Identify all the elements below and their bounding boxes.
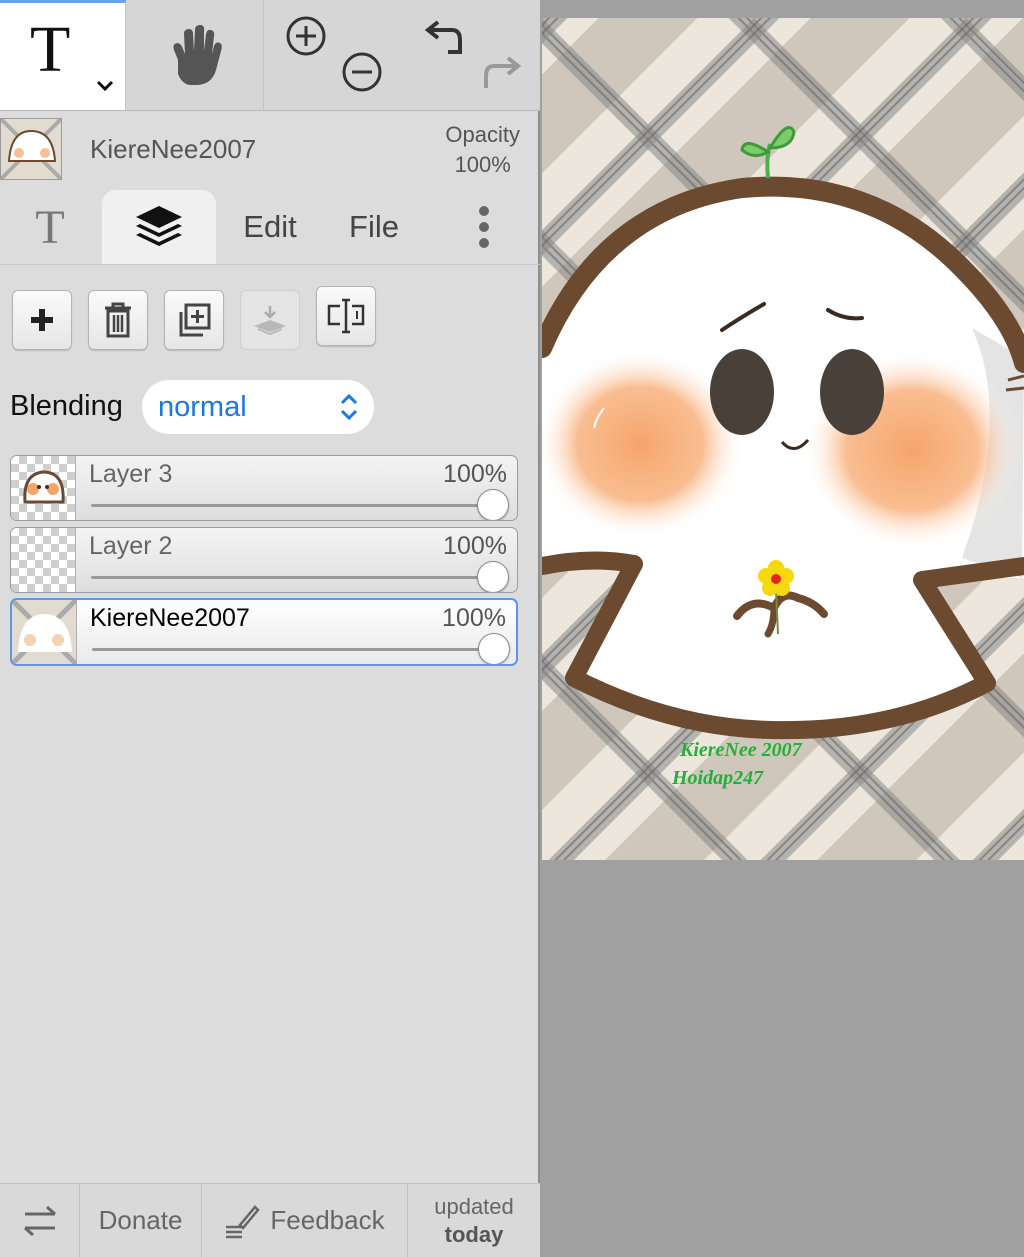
feedback-pen-icon [226, 1204, 261, 1238]
pan-tool-button[interactable] [126, 0, 264, 110]
plus-icon [31, 309, 53, 331]
layer-opacity-value: 100% [443, 460, 507, 488]
tab-edit[interactable]: Edit [228, 190, 312, 264]
document-thumbnail[interactable] [0, 118, 62, 180]
panel-tabs: T Edit File [0, 190, 540, 265]
canvas-area[interactable]: KiereNee 2007 Hoidap247 [540, 0, 1024, 1256]
layer-opacity-slider[interactable] [91, 576, 491, 579]
document-name: KiereNee2007 [90, 134, 257, 164]
rename-layer-button[interactable] [316, 286, 376, 346]
zoom-controls [264, 0, 400, 110]
add-layer-button[interactable] [12, 290, 72, 350]
layer-name: KiereNee2007 [90, 604, 250, 632]
blending-mode-value: normal [158, 391, 247, 423]
swap-panel-button[interactable] [0, 1184, 80, 1257]
text-T-icon: T [30, 13, 71, 86]
bottom-bar: Donate Feedback updated today [0, 1183, 540, 1257]
history-controls [400, 0, 540, 110]
donate-button[interactable]: Donate [80, 1184, 202, 1257]
more-menu[interactable] [460, 190, 508, 264]
blending-mode-select[interactable]: normal [142, 380, 374, 434]
tab-layers[interactable] [102, 190, 216, 264]
tab-text[interactable]: T [0, 190, 100, 264]
undo-icon[interactable] [422, 14, 468, 58]
document-header: KiereNee2007 Opacity 100% [0, 112, 540, 188]
layers-panel: T KiereNee2007 Opacity 100% T Edit File … [0, 0, 540, 1257]
select-arrows-icon [340, 393, 358, 421]
signature-line-1: KiereNee 2007 [679, 739, 803, 761]
signature-line-2: Hoidap247 [671, 767, 764, 789]
layer-row-selected[interactable]: KiereNee2007 100% [10, 598, 518, 666]
layer-thumbnail [11, 528, 76, 592]
layer-opacity-value: 100% [442, 604, 506, 632]
zoom-in-icon[interactable] [284, 14, 328, 58]
opacity-label: Opacity [445, 122, 520, 147]
merge-down-icon [254, 306, 286, 336]
artwork-canvas[interactable]: KiereNee 2007 Hoidap247 [542, 18, 1024, 860]
swap-arrows-icon [23, 1205, 56, 1236]
updated-line1: updated [434, 1193, 514, 1219]
layers-icon [136, 206, 182, 246]
layer-row[interactable]: Layer 3 100% [10, 455, 518, 521]
tab-file[interactable]: File [334, 190, 414, 264]
feedback-label: Feedback [270, 1205, 385, 1235]
layer-opacity-knob[interactable] [478, 633, 510, 664]
trash-icon [105, 302, 131, 338]
donate-label: Donate [98, 1205, 183, 1235]
layer-opacity-slider[interactable] [91, 504, 491, 507]
layer-row[interactable]: Layer 2 100% [10, 527, 518, 593]
top-toolbar: T [0, 0, 540, 111]
blending-label: Blending [10, 390, 123, 422]
layer-opacity-knob[interactable] [477, 561, 509, 592]
layer-opacity-knob[interactable] [477, 489, 509, 520]
duplicate-icon [179, 303, 211, 337]
layer-thumbnail [11, 456, 76, 520]
redo-icon[interactable] [478, 50, 524, 94]
merge-down-button [240, 290, 300, 350]
delete-layer-button[interactable] [88, 290, 148, 350]
hand-icon [173, 25, 222, 85]
layer-opacity-slider[interactable] [92, 648, 492, 651]
opacity-readout[interactable]: Opacity 100% [445, 120, 520, 180]
more-vertical-icon [479, 206, 489, 248]
update-status: updated today [408, 1184, 540, 1257]
zoom-out-icon[interactable] [340, 50, 384, 94]
feedback-button[interactable]: Feedback [202, 1184, 408, 1257]
layer-name: Layer 2 [89, 532, 173, 560]
text-tool-button[interactable]: T [0, 0, 126, 110]
rename-icon [327, 298, 365, 334]
layer-opacity-value: 100% [443, 532, 507, 560]
chevron-down-icon[interactable] [95, 79, 115, 93]
opacity-value: 100% [454, 152, 511, 177]
layer-name: Layer 3 [89, 460, 173, 488]
duplicate-layer-button[interactable] [164, 290, 224, 350]
updated-line2: today [444, 1221, 504, 1247]
layer-thumbnail [12, 600, 78, 664]
